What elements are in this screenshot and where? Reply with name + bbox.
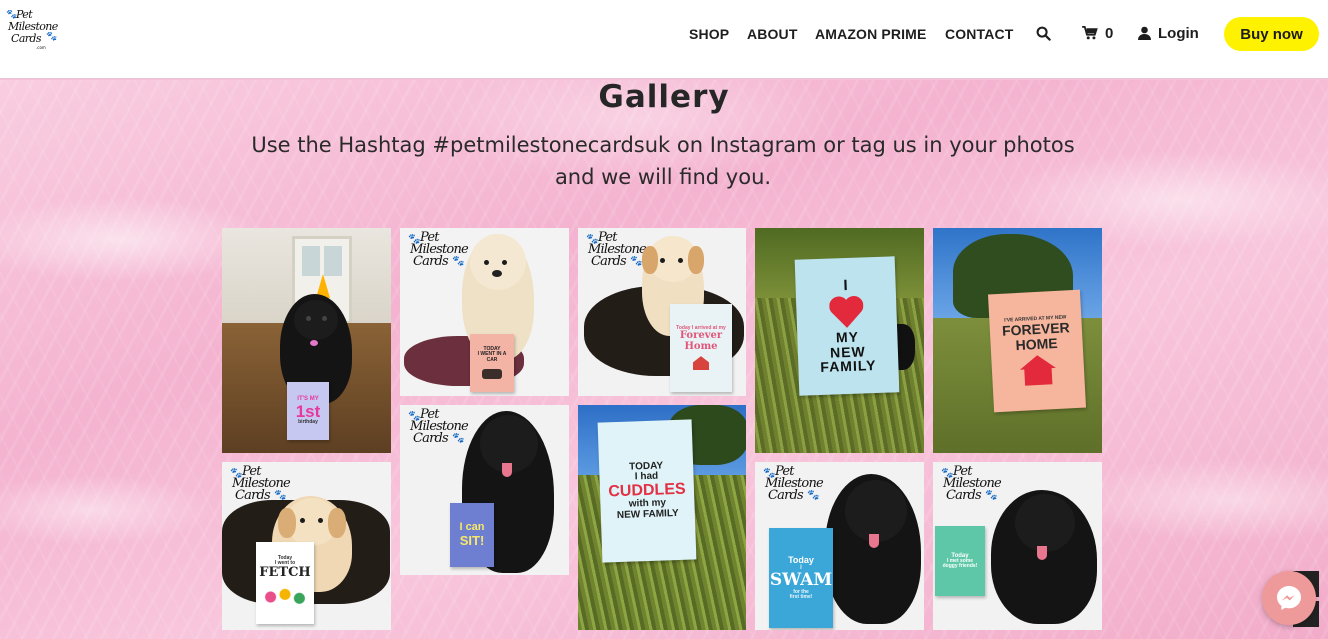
card-text: 1st (295, 401, 321, 421)
page-title: Gallery (598, 79, 730, 115)
card-text: FAMILY (820, 357, 877, 376)
login-button[interactable]: Login (1138, 23, 1199, 43)
heart-icon (829, 295, 864, 328)
watermark-logo: 🐾 Pet Milestone Cards 🐾 (763, 465, 827, 510)
logo-text-line1: Pet (16, 8, 33, 21)
messenger-icon (1277, 586, 1301, 610)
watermark-logo: 🐾 Pet Milestone Cards 🐾 (408, 408, 472, 453)
nav-shop[interactable]: SHOP (689, 24, 729, 44)
gallery-photo-8[interactable]: TODAY I had CUDDLES with my NEW FAMILY (578, 405, 746, 630)
card-text: doggy friends! (942, 563, 978, 570)
card-text: first time! (789, 593, 813, 600)
card-text: FETCH (259, 565, 311, 581)
watermark-text: Cards (413, 431, 449, 446)
gallery-photo-1[interactable]: IT'S MY 1st birthday (222, 228, 391, 453)
milestone-card: Today I went to FETCH (256, 542, 314, 624)
nav-amazon-prime[interactable]: AMAZON PRIME (815, 24, 926, 44)
gallery-subtitle: Use the Hashtag #petmilestonecardsuk on … (228, 129, 1098, 193)
gallery-photo-9[interactable]: 🐾 Pet Milestone Cards 🐾 Today I SWAM for… (755, 462, 924, 630)
cart-button[interactable]: 0 (1082, 23, 1113, 43)
gallery-photo-5[interactable]: I'VE ARRIVED AT MY NEW FOREVER HOME (933, 228, 1102, 453)
watermark-logo: 🐾 Pet Milestone Cards 🐾 (586, 231, 650, 276)
site-logo[interactable]: 🐾 Pet Milestone Cards 🐾 .com (6, 9, 58, 51)
paw-icon: 🐾 (46, 32, 58, 42)
nav-about[interactable]: ABOUT (747, 24, 798, 44)
card-text: birthday (298, 419, 318, 426)
card-text: MY (835, 328, 860, 346)
paw-icon: 🐾 (452, 433, 465, 444)
house-icon (1019, 354, 1057, 386)
messenger-chat-button[interactable] (1262, 571, 1316, 625)
logo-text-line3: Cards (11, 32, 42, 45)
gallery-subtitle-line1: Use the Hashtag #petmilestonecardsuk on … (251, 133, 1075, 157)
card-text: I WENT IN A CAR (477, 351, 507, 363)
gallery-photo-7[interactable]: 🐾 Pet Milestone Cards 🐾 I can SIT! (400, 405, 569, 575)
paw-icon: 🐾 (630, 256, 643, 267)
buy-now-button[interactable]: Buy now (1224, 17, 1319, 51)
watermark-logo: 🐾 Pet Milestone Cards 🐾 (941, 465, 1005, 510)
nav-contact[interactable]: CONTACT (945, 24, 1013, 44)
gallery-photo-3[interactable]: 🐾 Pet Milestone Cards 🐾 Today I arrived … (578, 228, 746, 396)
login-label: Login (1158, 24, 1199, 42)
watermark-logo: 🐾 Pet Milestone Cards 🐾 (408, 231, 472, 276)
card-text: HOME (1015, 334, 1059, 353)
search-icon (1036, 26, 1051, 41)
logo-suffix: .com (36, 45, 46, 50)
milestone-card: I'VE ARRIVED AT MY NEW FOREVER HOME (987, 289, 1087, 413)
search-button[interactable] (1036, 23, 1051, 43)
watermark-text: Cards (591, 254, 627, 269)
paw-icon: 🐾 (985, 490, 998, 501)
logo-text-line2: Milestone (8, 20, 58, 33)
milestone-card: Today I arrived at my Forever Home (670, 304, 732, 392)
watermark-text: Cards (768, 488, 804, 503)
milestone-card: Today I met some doggy friends! (935, 526, 985, 596)
card-text: I (843, 277, 848, 295)
card-text: Today (788, 554, 814, 565)
watermark-text: Cards (946, 488, 982, 503)
gallery-photo-4[interactable]: I MY NEW FAMILY (755, 228, 924, 453)
milestone-card: IT'S MY 1st birthday (287, 382, 329, 440)
site-header: 🐾 Pet Milestone Cards 🐾 .com SHOP ABOUT … (0, 0, 1328, 79)
gallery-subtitle-line2: and we will find you. (554, 165, 772, 189)
card-text: SIT! (459, 532, 485, 548)
paw-icon: 🐾 (452, 256, 465, 267)
card-text: NEW FAMILY (616, 507, 679, 521)
watermark-text: Cards (413, 254, 449, 269)
card-text: SWAM (769, 569, 833, 590)
cart-count: 0 (1105, 24, 1114, 42)
user-icon (1138, 26, 1151, 40)
milestone-card: I can SIT! (450, 503, 494, 567)
card-text: Forever Home (679, 330, 723, 352)
milestone-card: I MY NEW FAMILY (794, 256, 900, 396)
cart-icon (1082, 26, 1098, 40)
gallery-photo-2[interactable]: 🐾 Pet Milestone Cards 🐾 TODAY I WENT IN … (400, 228, 569, 396)
gallery-photo-6[interactable]: 🐾 Pet Milestone Cards 🐾 Today I went to … (222, 462, 391, 630)
milestone-card: TODAY I had CUDDLES with my NEW FAMILY (597, 419, 697, 563)
gallery-photo-10[interactable]: 🐾 Pet Milestone Cards 🐾 Today I met some… (933, 462, 1102, 630)
paw-icon: 🐾 (807, 490, 820, 501)
milestone-card: TODAY I WENT IN A CAR (470, 334, 514, 392)
milestone-card: Today I SWAM for the first time! (769, 528, 833, 628)
